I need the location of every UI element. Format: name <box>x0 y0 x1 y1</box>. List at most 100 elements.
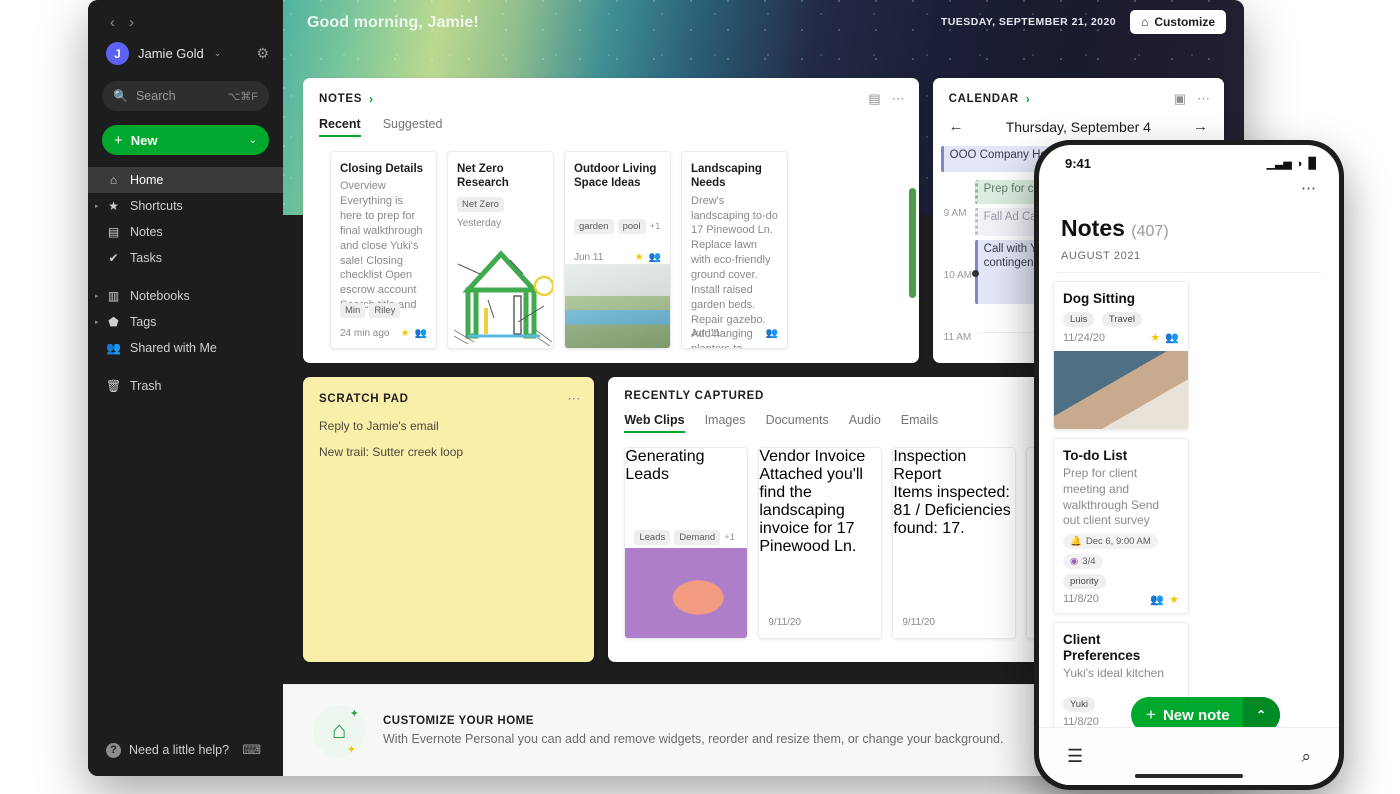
hour-label: 11 AM <box>944 332 972 343</box>
screenshot-stage: ‹ › J Jamie Gold ⌄ ⚙ 🔍 Search ⌥⌘F + New … <box>0 0 1400 794</box>
people-icon: 👥 <box>106 341 121 355</box>
tag[interactable]: Net Zero <box>457 197 504 212</box>
tab-recent[interactable]: Recent <box>319 117 361 137</box>
more-options-icon[interactable]: ⋯ <box>892 91 905 107</box>
phone-more-options-icon[interactable]: ⋯ <box>1039 171 1339 197</box>
note-tags: Min Riley <box>331 297 436 318</box>
note-meta: Jun 11 👥 <box>682 328 787 339</box>
notes-widget-tabs: Recent Suggested <box>303 107 919 137</box>
shared-icon: 👥 <box>1150 593 1164 606</box>
calendar-widget-title: CALENDAR <box>949 93 1019 105</box>
tag[interactable]: Yuki <box>1063 697 1095 712</box>
tag[interactable]: pool <box>618 219 646 234</box>
priority-tag[interactable]: priority <box>1063 574 1106 589</box>
calendar-widget-header: CALENDAR › ▣ ⋯ <box>933 78 1224 107</box>
tag[interactable]: Luis <box>1063 312 1094 327</box>
tab-web-clips[interactable]: Web Clips <box>624 413 684 433</box>
sidebar-item-label: Tasks <box>130 251 162 265</box>
tag[interactable]: garden <box>574 219 614 234</box>
plus-icon: + <box>1146 705 1156 725</box>
tab-emails[interactable]: Emails <box>901 413 939 433</box>
search-icon[interactable]: ⌕ <box>1301 747 1311 767</box>
tab-images[interactable]: Images <box>705 413 746 433</box>
phone-note-tags: Luis Travel <box>1054 307 1188 327</box>
gear-icon[interactable]: ⚙ <box>256 45 269 62</box>
menu-icon[interactable]: ☰ <box>1067 746 1083 767</box>
phone-month-header: AUGUST 2021 <box>1039 242 1339 262</box>
captured-meta: 9/11/20 <box>759 617 881 628</box>
captured-card[interactable]: Generating Leads Leads Demand +1 9/11/20 <box>624 447 748 639</box>
sidebar-item-label: Shortcuts <box>130 199 183 213</box>
tag[interactable]: Leads <box>634 530 670 545</box>
scratch-pad-title: SCRATCH PAD <box>319 393 409 405</box>
tab-documents[interactable]: Documents <box>766 413 829 433</box>
star-icon: ★ <box>106 199 121 213</box>
sidebar-item-notebooks[interactable]: ▸ ▥ Notebooks <box>88 283 283 309</box>
prev-day-button[interactable]: ← <box>949 118 964 135</box>
captured-date: 9/11/20 <box>902 617 935 628</box>
new-button[interactable]: + New ⌄ <box>102 125 269 155</box>
phone-page-title: Notes (407) <box>1039 197 1339 242</box>
captured-card[interactable]: Vendor Invoice Attached you'll find the … <box>758 447 882 639</box>
back-button[interactable]: ‹ <box>110 15 115 30</box>
sidebar-item-tasks[interactable]: ✔ Tasks <box>88 245 283 271</box>
scratch-pad-line[interactable]: Reply to Jamie's email <box>303 407 594 433</box>
sidebar-item-trash[interactable]: 🗑 Trash <box>88 373 283 399</box>
chevron-right-icon[interactable]: › <box>369 92 373 106</box>
scratch-pad-line[interactable]: New trail: Sutter creek loop <box>303 433 594 459</box>
forward-button[interactable]: › <box>129 15 134 30</box>
house-sketch-illustration <box>448 230 553 348</box>
note-card[interactable]: Closing Details Overview Everything is h… <box>330 151 437 349</box>
note-meta: Jun 11 ★ 👥 <box>565 252 670 263</box>
check-circle-icon: ◉ <box>1070 556 1078 567</box>
phone-note-card[interactable]: To-do List Prep for client meeting and w… <box>1053 438 1189 614</box>
calendar-icon[interactable]: ▣ <box>1174 91 1186 107</box>
notes-widget: NOTES › ▤ ⋯ Recent Suggested <box>303 78 919 363</box>
sidebar-item-home[interactable]: ⌂ Home <box>88 167 283 193</box>
tab-suggested[interactable]: Suggested <box>383 117 443 137</box>
expand-arrow-icon[interactable]: ▸ <box>95 292 99 300</box>
sparkle-icon: ✦ <box>347 743 356 756</box>
captured-date: 9/11/20 <box>768 617 801 628</box>
search-input[interactable]: 🔍 Search ⌥⌘F <box>102 81 269 111</box>
more-options-icon[interactable]: ⋯ <box>567 391 580 407</box>
tag[interactable]: Riley <box>369 303 400 318</box>
expand-arrow-icon[interactable]: ▸ <box>95 318 99 326</box>
more-options-icon[interactable]: ⋯ <box>1197 91 1210 107</box>
sidebar-item-shared-with-me[interactable]: 👥 Shared with Me <box>88 335 283 361</box>
phone-note-meta: 11/24/20 ★ 👥 <box>1054 327 1188 351</box>
horizontal-scroll-indicator[interactable] <box>909 188 916 298</box>
next-day-button[interactable]: → <box>1193 118 1208 135</box>
captured-card[interactable]: Inspection Report Items inspected: 81 / … <box>892 447 1016 639</box>
tag[interactable]: Min <box>340 303 365 318</box>
tag[interactable]: Demand <box>674 530 720 545</box>
sidebar-item-tags[interactable]: ▸ ⬟ Tags <box>88 309 283 335</box>
note-thumbnail-sketch <box>448 230 553 348</box>
phone-note-card[interactable]: Dog Sitting Luis Travel 11/24/20 ★ 👥 <box>1053 281 1189 430</box>
keyboard-icon[interactable]: ⌨ <box>242 742 261 758</box>
scratch-pad-widget[interactable]: SCRATCH PAD ⋯ Reply to Jamie's email New… <box>303 377 594 662</box>
chevron-right-icon[interactable]: › <box>1026 92 1030 106</box>
note-card[interactable]: Landscaping Needs Drew's landscaping to-… <box>681 151 788 349</box>
note-card[interactable]: Net Zero Research Net Zero Yesterday <box>447 151 554 349</box>
phone-note-count: (407) <box>1131 223 1168 240</box>
scratch-pad-header: SCRATCH PAD ⋯ <box>303 377 594 407</box>
new-note-icon[interactable]: ▤ <box>868 91 880 107</box>
chevron-down-icon: ⌄ <box>214 48 222 59</box>
sidebar-item-shortcuts[interactable]: ▸ ★ Shortcuts <box>88 193 283 219</box>
expand-arrow-icon[interactable]: ▸ <box>95 202 99 210</box>
account-switcher[interactable]: J Jamie Gold ⌄ ⚙ <box>88 36 283 65</box>
wifi-icon: ◗ <box>1297 158 1304 170</box>
notes-widget-title: NOTES <box>319 93 362 105</box>
help-button[interactable]: ? Need a little help? ⌨ <box>88 742 283 758</box>
captured-tags: Leads Demand +1 <box>625 524 747 545</box>
tag-more-count: +1 <box>724 532 735 543</box>
tag-more-count: +1 <box>650 221 661 232</box>
tag[interactable]: Travel <box>1102 312 1142 327</box>
sidebar-item-notes[interactable]: ▤ Notes <box>88 219 283 245</box>
house-glyph: ⌂ <box>332 717 347 745</box>
note-card[interactable]: Outdoor Living Space Ideas garden pool +… <box>564 151 671 349</box>
tab-audio[interactable]: Audio <box>849 413 881 433</box>
shared-icon: 👥 <box>1165 331 1179 344</box>
banner-title: CUSTOMIZE YOUR HOME <box>383 715 1003 727</box>
